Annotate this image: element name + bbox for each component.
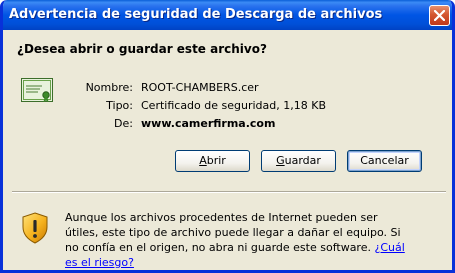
certificate-icon [21, 78, 53, 107]
shield-warning-icon [21, 212, 49, 247]
title-bar[interactable]: Advertencia de seguridad de Descarga de … [3, 0, 452, 30]
cancel-button[interactable]: Cancelar [347, 150, 422, 172]
open-button-label: brir [206, 154, 226, 167]
download-dialog: Advertencia de seguridad de Descarga de … [0, 0, 455, 273]
open-button-mnemonic: A [199, 154, 207, 167]
save-button[interactable]: Guardar [261, 150, 336, 172]
file-source-value: www.camerfirma.com [141, 117, 276, 130]
save-button-mnemonic: G [276, 154, 285, 167]
separator [12, 191, 446, 193]
security-warning-text: Aunque los archivos procedentes de Inter… [65, 211, 401, 254]
file-name-value: ROOT-CHAMBERS.cer [141, 81, 259, 94]
dialog-question: ¿Desea abrir o guardar este archivo? [17, 42, 267, 56]
open-button[interactable]: Abrir [175, 150, 250, 172]
close-button[interactable] [429, 5, 450, 26]
file-type-value: Certificado de seguridad, 1,18 KB [141, 99, 326, 112]
cancel-button-label: Cancelar [360, 154, 409, 167]
file-source-label: De: [114, 117, 133, 130]
file-type-label: Tipo: [106, 99, 133, 112]
window-title: Advertencia de seguridad de Descarga de … [9, 7, 383, 22]
file-name-label: Nombre: [85, 81, 133, 94]
save-button-label: uardar [284, 154, 321, 167]
close-icon [434, 10, 445, 21]
security-warning: Aunque los archivos procedentes de Inter… [65, 210, 405, 270]
